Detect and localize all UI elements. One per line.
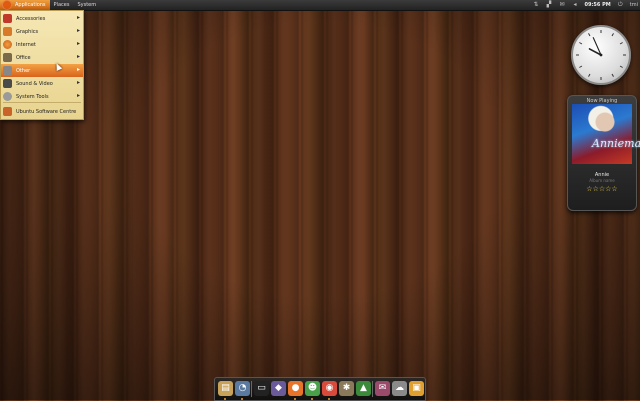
chrome-icon[interactable]: ◉ [322,381,337,400]
internet-icon [3,40,12,49]
menu-item-label: System Tools [16,93,49,100]
applications-menu: Accessories ▸ Graphics ▸ Internet ▸ Offi… [0,10,84,120]
analog-clock-widget [571,25,631,85]
menu-item-accessories[interactable]: Accessories ▸ [1,12,83,25]
album-art[interactable]: Anniemal [572,104,640,164]
rating-stars[interactable]: ☆☆☆☆☆ [568,185,636,193]
other-icon [3,66,12,75]
menu-item-label: Office [16,54,31,61]
terminal-icon[interactable]: ▭ [254,381,269,396]
clock-face [576,30,626,80]
user-name[interactable]: tmi [630,2,638,8]
menu-item-ubuntu-software-centre[interactable]: Ubuntu Software Centre [1,105,83,118]
system-tray: ⇅ ▞ ✉ ◂ 09:56 PM ⏻ tmi [532,0,638,10]
now-playing-widget: Now Playing Anniemal Annie Album name ☆☆… [567,95,640,211]
submenu-arrow-icon: ▸ [76,92,80,99]
signal-icon[interactable]: ▞ [545,2,552,8]
album-art-text: Anniemal [592,137,640,150]
menu-item-label: Ubuntu Software Centre [16,108,77,115]
menu-item-internet[interactable]: Internet ▸ [1,38,83,51]
shell-icon[interactable]: ◆ [271,381,286,396]
clock-tick [611,33,614,37]
power-icon[interactable]: ⏻ [617,2,624,8]
menu-item-label: Accessories [16,15,46,22]
office-icon [3,53,12,62]
top-panel: Applications Places System ⇅ ▞ ✉ ◂ 09:56… [0,0,640,11]
dock-separator [372,381,373,397]
dock-separator [251,381,252,397]
menu-item-label: Other [16,67,31,74]
clock-tick [619,65,623,68]
inkscape-icon[interactable]: ▲ [356,381,371,396]
accessories-icon [3,14,12,23]
menu-separator [3,102,81,103]
submenu-arrow-icon: ▸ [76,40,80,47]
network-icon[interactable]: ⇅ [532,2,539,8]
menu-item-office[interactable]: Office ▸ [1,51,83,64]
submenu-arrow-icon: ▸ [76,27,80,34]
firefox-icon[interactable]: ● [288,381,303,400]
clock-tick [579,42,583,45]
graphics-icon [3,27,12,36]
clock-tick [619,42,623,45]
desktop-wallpaper [0,0,640,400]
ubuntu-logo-icon [2,0,12,10]
clock-tick [588,73,591,77]
album-name: Album name [589,178,615,183]
applications-menu-label: Applications [15,2,46,8]
mail-icon[interactable]: ✉ [558,2,565,8]
clock-tick [579,65,583,68]
menu-item-label: Sound & Video [16,80,53,87]
system-tools-icon [3,92,12,101]
settings-icon[interactable]: ✱ [339,381,354,396]
clock-tick [611,73,614,77]
clock-center [599,53,603,57]
archive-icon[interactable]: ▣ [409,381,424,396]
menu-item-label: Internet [16,41,36,48]
network-icon[interactable]: ☁ [392,381,407,396]
volume-icon[interactable]: ◂ [571,2,578,8]
clock-tick [588,33,591,37]
empathy-icon[interactable]: ☻ [305,381,320,400]
trash-icon[interactable]: ◔ [235,381,250,400]
menu-item-other[interactable]: Other ▸ [1,64,83,77]
menu-item-sound-video[interactable]: Sound & Video ▸ [1,77,83,90]
submenu-arrow-icon: ▸ [76,14,80,21]
dock: ▤ ◔ ▭ ◆ ● ☻ ◉ ✱ ▲ ✉ ☁ ▣ [214,377,426,401]
applications-menu-button[interactable]: Applications [0,0,50,10]
mail-icon[interactable]: ✉ [375,381,390,396]
clock-time[interactable]: 09:56 PM [584,2,610,8]
submenu-arrow-icon: ▸ [76,53,80,60]
system-menu-button[interactable]: System [73,0,100,10]
submenu-arrow-icon: ▸ [76,79,80,86]
menu-item-label: Graphics [16,28,39,35]
menu-item-graphics[interactable]: Graphics ▸ [1,25,83,38]
submenu-arrow-icon: ▸ [76,66,80,73]
sound-video-icon [3,79,12,88]
software-centre-icon [3,107,12,116]
places-menu-button[interactable]: Places [50,0,74,10]
home-folder-icon[interactable]: ▤ [218,381,233,400]
